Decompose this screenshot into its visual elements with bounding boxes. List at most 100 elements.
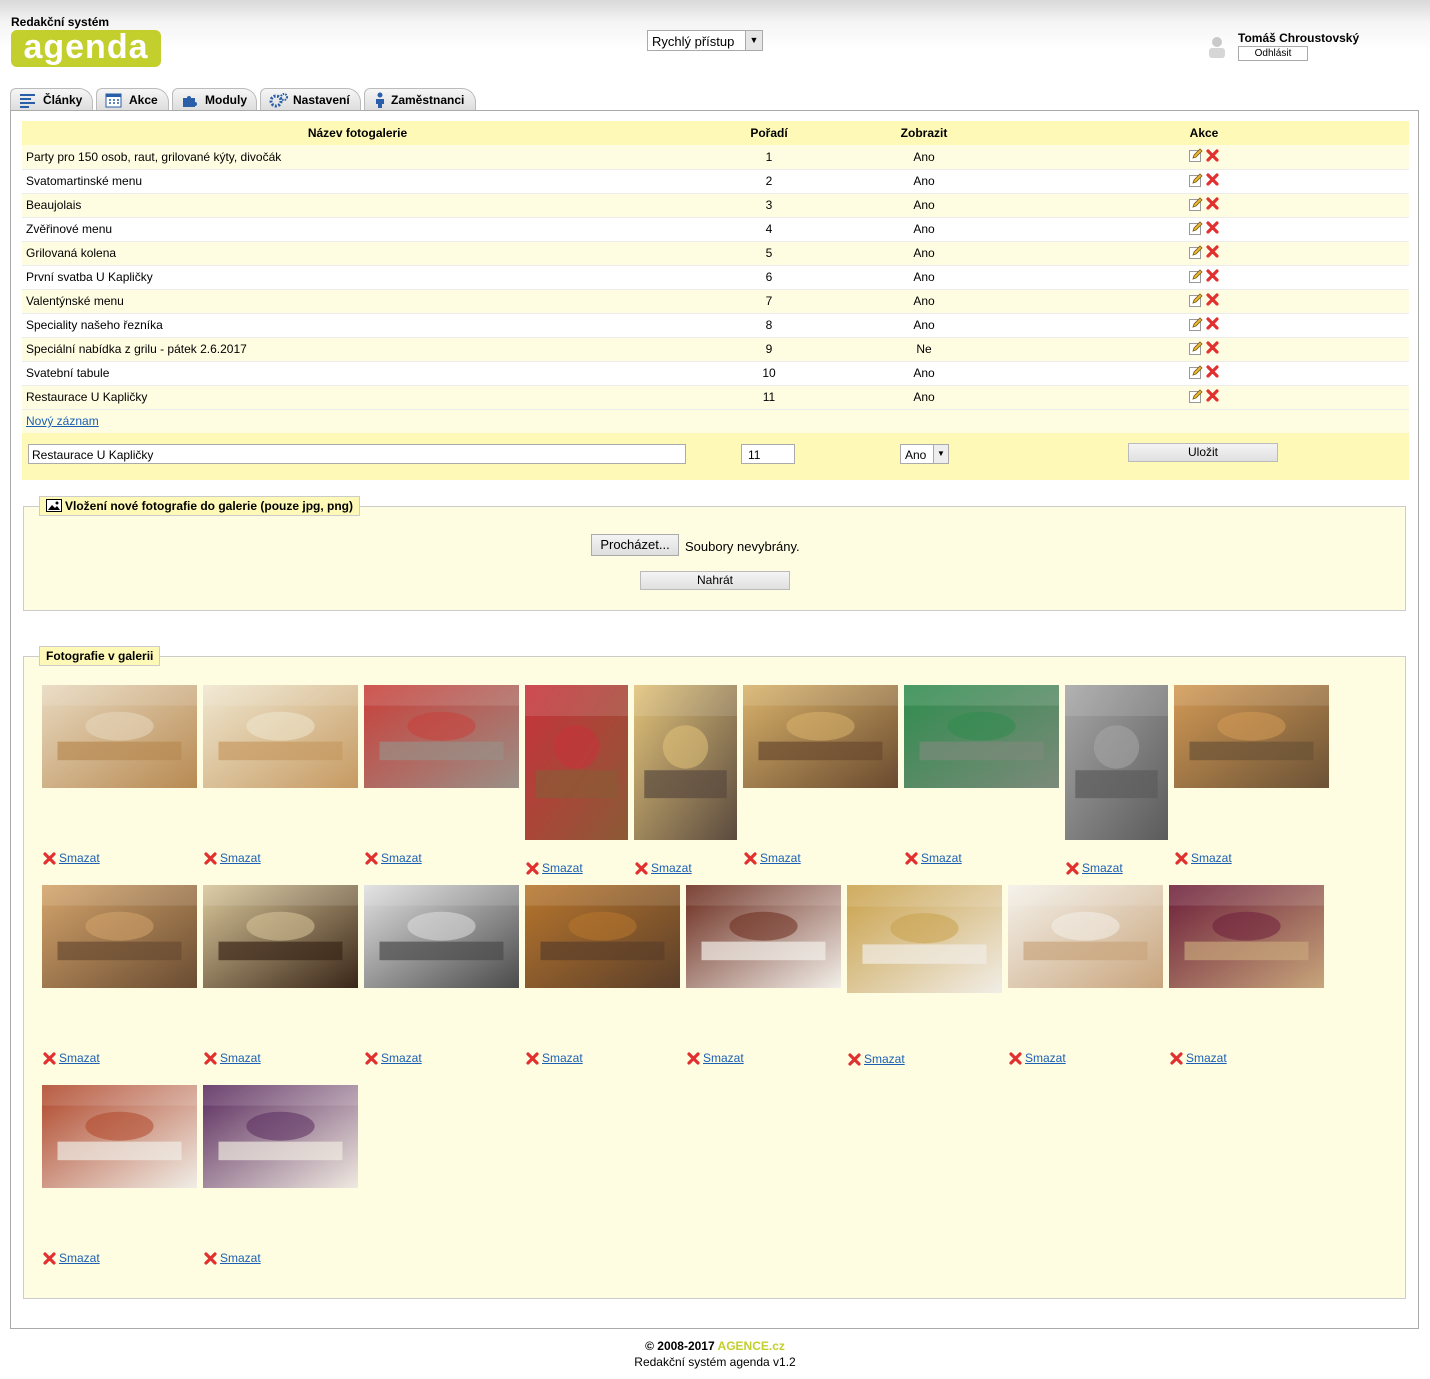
logo[interactable]: agenda	[11, 30, 161, 67]
photo-thumbnail[interactable]	[1065, 685, 1168, 840]
delete-icon	[204, 1051, 220, 1065]
browse-button[interactable]: Procházet...	[591, 534, 679, 556]
order-input[interactable]: 11	[741, 444, 795, 464]
delete-photo-link[interactable]: Smazat	[1170, 1051, 1227, 1065]
photo-thumbnail[interactable]	[364, 885, 519, 988]
photo-thumbnail[interactable]	[743, 685, 898, 788]
delete-photo-link[interactable]: Smazat	[848, 1052, 905, 1066]
photo-thumbnail[interactable]	[1174, 685, 1329, 788]
delete-icon[interactable]	[1206, 365, 1219, 381]
quick-access-select[interactable]: Rychlý přístup ▼	[647, 30, 763, 51]
photo-thumbnail[interactable]	[847, 885, 1002, 993]
delete-icon[interactable]	[1206, 293, 1219, 309]
delete-icon	[744, 851, 760, 865]
photo-thumbnail[interactable]	[1169, 885, 1324, 988]
tab-articles[interactable]: Články	[10, 88, 93, 111]
new-record-link[interactable]: Nový záznam	[26, 414, 99, 428]
show-select[interactable]: Ano ▼	[900, 444, 949, 464]
edit-icon[interactable]	[1188, 244, 1203, 262]
delete-photo-link[interactable]: Smazat	[204, 1251, 261, 1265]
logout-button[interactable]: Odhlásit	[1238, 46, 1308, 61]
edit-icon[interactable]	[1188, 220, 1203, 238]
terrace-red-chairs-icon	[364, 685, 519, 788]
delete-photo-link[interactable]: Smazat	[365, 851, 422, 865]
edit-icon[interactable]	[1188, 388, 1203, 406]
delete-photo-link[interactable]: Smazat	[43, 851, 100, 865]
photo-thumbnail[interactable]	[203, 885, 358, 988]
delete-photo-link[interactable]: Smazat	[204, 851, 261, 865]
photo-thumbnail[interactable]	[634, 685, 737, 840]
save-button[interactable]: Uložit	[1128, 443, 1278, 462]
delete-icon[interactable]	[1206, 197, 1219, 213]
delete-photo-link[interactable]: Smazat	[43, 1051, 100, 1065]
delete-photo-link[interactable]: Smazat	[365, 1051, 422, 1065]
gallery-show: Ano	[849, 145, 999, 170]
footer-brand-link[interactable]: AGENCE.cz	[718, 1339, 785, 1353]
photo-thumbnail[interactable]	[1008, 885, 1163, 988]
photo-thumbnail[interactable]	[686, 885, 841, 988]
delete-icon[interactable]	[1206, 317, 1219, 333]
tab-events[interactable]: Akce	[96, 88, 169, 111]
delete-photo-link[interactable]: Smazat	[744, 851, 801, 865]
delete-icon	[43, 851, 59, 865]
gallery-photo: Smazat	[1065, 685, 1168, 875]
delete-photo-label: Smazat	[864, 1052, 905, 1066]
edit-icon[interactable]	[1188, 172, 1203, 190]
photo-thumbnail[interactable]	[203, 1085, 358, 1188]
delete-photo-label: Smazat	[651, 861, 692, 875]
delete-photo-link[interactable]: Smazat	[687, 1051, 744, 1065]
upload-button[interactable]: Nahrát	[640, 571, 790, 590]
delete-photo-link[interactable]: Smazat	[526, 861, 583, 875]
edit-icon[interactable]	[1188, 196, 1203, 214]
gallery-show: Ne	[849, 337, 999, 362]
delete-icon	[526, 861, 542, 875]
delete-icon[interactable]	[1206, 389, 1219, 405]
table-row: Speciální nabídka z grilu - pátek 2.6.20…	[22, 337, 1409, 362]
delete-photo-link[interactable]: Smazat	[1175, 851, 1232, 865]
delete-photo-link[interactable]: Smazat	[905, 851, 962, 865]
delete-icon[interactable]	[1206, 221, 1219, 237]
gallery-order: 6	[689, 265, 849, 290]
tab-employees[interactable]: Zaměstnanci	[364, 88, 476, 111]
photo-thumbnail[interactable]	[203, 685, 358, 788]
delete-photo-link[interactable]: Smazat	[1066, 861, 1123, 875]
tab-label: Moduly	[205, 93, 247, 107]
gallery-order: 9	[689, 337, 849, 362]
photo-thumbnail[interactable]	[42, 885, 197, 988]
delete-photo-label: Smazat	[1082, 861, 1123, 875]
edit-icon[interactable]	[1188, 340, 1203, 358]
delete-icon[interactable]	[1206, 173, 1219, 189]
row-actions	[999, 241, 1409, 266]
edit-icon[interactable]	[1188, 364, 1203, 382]
photo-thumbnail[interactable]	[525, 885, 680, 988]
edit-icon[interactable]	[1188, 316, 1203, 334]
delete-photo-link[interactable]: Smazat	[1009, 1051, 1066, 1065]
edit-icon[interactable]	[1188, 148, 1203, 165]
photo-thumbnail[interactable]	[42, 685, 197, 788]
edit-icon[interactable]	[1188, 292, 1203, 310]
delete-icon	[1009, 1051, 1025, 1065]
tab-settings[interactable]: Nastavení	[260, 88, 361, 111]
delete-icon[interactable]	[1206, 269, 1219, 285]
row-actions	[999, 145, 1409, 170]
steak-plate-icon	[686, 885, 841, 988]
photo-thumbnail[interactable]	[525, 685, 628, 840]
delete-icon[interactable]	[1206, 149, 1219, 165]
photo-thumbnail[interactable]	[364, 685, 519, 788]
edit-icon[interactable]	[1188, 268, 1203, 286]
delete-photo-link[interactable]: Smazat	[526, 1051, 583, 1065]
tab-modules[interactable]: Moduly	[172, 88, 257, 111]
delete-photo-label: Smazat	[220, 1051, 261, 1065]
delete-photo-link[interactable]: Smazat	[635, 861, 692, 875]
delete-icon	[848, 1052, 864, 1066]
gallery-photo: Smazat	[1008, 885, 1163, 1075]
delete-photo-link[interactable]: Smazat	[204, 1051, 261, 1065]
name-input[interactable]: Restaurace U Kapličky	[28, 444, 686, 464]
user-name: Tomáš Chroustovský	[1238, 31, 1360, 45]
delete-icon[interactable]	[1206, 341, 1219, 357]
delete-icon[interactable]	[1206, 245, 1219, 261]
delete-photo-link[interactable]: Smazat	[43, 1251, 100, 1265]
photo-thumbnail[interactable]	[42, 1085, 197, 1188]
delete-photo-label: Smazat	[381, 851, 422, 865]
photo-thumbnail[interactable]	[904, 685, 1059, 788]
